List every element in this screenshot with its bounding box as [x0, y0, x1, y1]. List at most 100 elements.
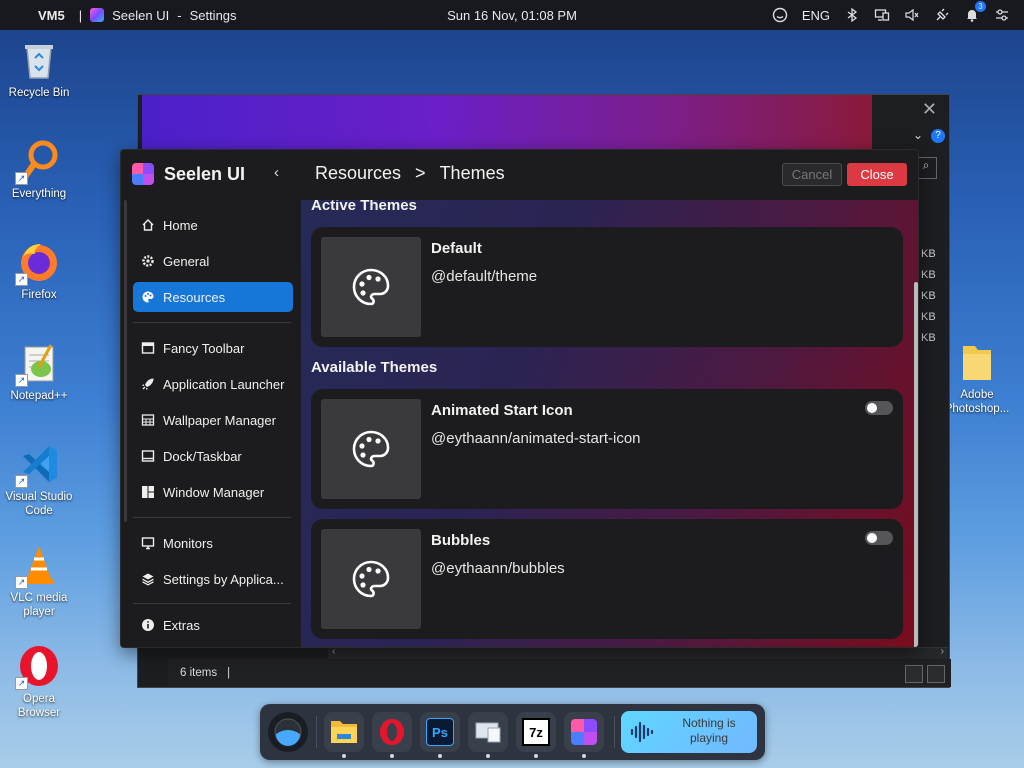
sidebar-item-label: Wallpaper Manager	[163, 412, 276, 428]
dock-item-file-explorer[interactable]	[324, 712, 364, 758]
cancel-button[interactable]: Cancel	[782, 163, 842, 186]
wallpaper-icon	[141, 413, 155, 427]
focused-window-title[interactable]: Settings	[190, 8, 237, 23]
running-indicator	[390, 754, 394, 758]
sidebar-scrollbar[interactable]	[124, 200, 127, 522]
smiley-icon[interactable]	[772, 7, 788, 23]
windows-grid-icon	[141, 485, 155, 499]
theme-name: Animated Start Icon	[431, 402, 573, 419]
view-toggle-buttons	[905, 665, 945, 683]
desktop-icon-everything[interactable]: ↗ Everything	[1, 139, 77, 201]
theme-card-bubbles[interactable]: Bubbles @eythaann/bubbles	[311, 519, 903, 639]
settings-sliders-icon[interactable]	[994, 7, 1010, 23]
shortcut-arrow-icon: ↗	[15, 576, 28, 589]
workspace-label[interactable]: VM5	[38, 8, 65, 23]
theme-card-animated-start-icon[interactable]: Animated Start Icon @eythaann/animated-s…	[311, 389, 903, 509]
close-button[interactable]: Close	[847, 163, 907, 186]
help-icon[interactable]: ?	[931, 129, 945, 143]
dock-item-seelen-settings[interactable]	[564, 712, 604, 758]
sidebar-item-home[interactable]: Home	[133, 210, 293, 240]
bluetooth-icon[interactable]	[844, 7, 860, 23]
theme-id: @eythaann/bubbles	[431, 560, 565, 577]
running-indicator	[438, 754, 442, 758]
settings-titlebar[interactable]: Seelen UI ‹ Resources > Themes Cancel Cl…	[121, 150, 918, 200]
monitor-icon	[141, 536, 155, 550]
sidebar-item-general[interactable]: General	[133, 246, 293, 276]
clock-datetime[interactable]: Sun 16 Nov, 01:08 PM	[447, 8, 577, 23]
topbar-left: VM5 | Seelen UI - Settings	[38, 0, 237, 30]
seelen-logo-icon	[132, 163, 154, 185]
sidebar-item-label: Extras	[163, 617, 200, 633]
details-view-button[interactable]	[905, 665, 923, 683]
folder-icon	[955, 340, 999, 384]
opera-icon: ↗	[15, 644, 61, 690]
theme-enable-toggle[interactable]	[865, 531, 893, 545]
theme-card-default[interactable]: Default @default/theme	[311, 227, 903, 347]
dock-item-photoshop[interactable]: Ps	[420, 712, 460, 758]
explorer-status-bar: 6 items |	[168, 659, 951, 687]
vscode-icon: ↗	[15, 442, 61, 488]
themes-content-pane[interactable]: Active Themes Default @default/theme Ava…	[301, 200, 918, 647]
shortcut-arrow-icon: ↗	[15, 273, 28, 286]
shortcut-arrow-icon: ↗	[15, 172, 28, 185]
desktop-icon-opera[interactable]: ↗ Opera Browser	[1, 644, 77, 720]
sidebar-item-resources[interactable]: Resources	[133, 282, 293, 312]
sidebar-item-dock-taskbar[interactable]: Dock/Taskbar	[133, 441, 293, 471]
scroll-right-icon[interactable]: ›	[941, 646, 944, 657]
desktop-icon-label: VLC media player	[10, 592, 68, 618]
sidebar-item-monitors[interactable]: Monitors	[133, 528, 293, 558]
recycle-bin-icon	[17, 38, 61, 82]
dock-item-opera[interactable]	[372, 712, 412, 758]
chevron-down-icon[interactable]: ⌄	[913, 128, 923, 142]
breadcrumb-resources[interactable]: Resources	[315, 163, 401, 184]
sidebar-divider	[133, 322, 291, 323]
theme-enable-toggle[interactable]	[865, 401, 893, 415]
sidebar-item-wallpaper-manager[interactable]: Wallpaper Manager	[133, 405, 293, 435]
sidebar-item-window-manager[interactable]: Window Manager	[133, 477, 293, 507]
network-icon[interactable]	[874, 7, 890, 23]
content-scrollbar[interactable]	[914, 282, 918, 647]
desktop-icon-recycle-bin[interactable]: Recycle Bin	[1, 38, 77, 100]
sidebar-item-fancy-toolbar[interactable]: Fancy Toolbar	[133, 333, 293, 363]
dock-item-7zip[interactable]: 7z	[516, 712, 556, 758]
desktop-icon-notepad-plus-plus[interactable]: ↗ Notepad++	[1, 341, 77, 403]
running-indicator	[342, 754, 346, 758]
shortcut-arrow-icon: ↗	[15, 677, 28, 690]
explorer-close-icon[interactable]: ✕	[922, 99, 937, 120]
breadcrumb: Resources > Themes	[315, 163, 505, 184]
horizontal-scrollbar[interactable]: ‹ ›	[328, 646, 948, 659]
collapse-sidebar-icon[interactable]: ‹	[274, 164, 279, 181]
seelen-settings-icon	[571, 719, 597, 745]
desktop-icon-label: Notepad++	[10, 390, 68, 402]
gear-icon	[141, 254, 155, 268]
desktop-icon-vlc[interactable]: ↗ VLC media player	[1, 543, 77, 619]
notifications-bell-icon[interactable]: 3	[964, 1, 986, 23]
dock-item-devices[interactable]	[468, 712, 508, 758]
language-indicator[interactable]: ENG	[802, 8, 830, 23]
sidebar-divider	[133, 517, 291, 518]
topbar-separator: |	[78, 7, 83, 23]
audio-waveform-icon	[630, 721, 654, 743]
sidebar-item-settings-by-application[interactable]: Settings by Applica...	[133, 564, 293, 594]
sidebar-item-extras[interactable]: Extras	[133, 610, 293, 640]
file-size-unit: KB	[921, 290, 936, 302]
desktop-icon-vscode[interactable]: ↗ Visual Studio Code	[1, 442, 77, 518]
theme-id: @default/theme	[431, 268, 538, 285]
palette-icon	[352, 268, 390, 306]
desktop-icon-firefox[interactable]: ↗ Firefox	[1, 240, 77, 302]
power-plug-icon[interactable]	[934, 7, 950, 23]
devices-icon	[475, 722, 501, 743]
media-player-widget[interactable]: Nothing is playing	[621, 711, 757, 753]
status-separator: |	[227, 667, 231, 679]
running-indicator	[486, 754, 490, 758]
sidebar-item-application-launcher[interactable]: Application Launcher	[133, 369, 293, 399]
sidebar-divider	[133, 603, 291, 604]
tiles-view-button[interactable]	[927, 665, 945, 683]
palette-icon	[141, 290, 155, 304]
desktop-icon-label: Visual Studio Code	[5, 491, 73, 517]
focused-app-name[interactable]: Seelen UI	[112, 8, 169, 23]
dock-item-seelen[interactable]	[268, 712, 308, 752]
sidebar-item-label: Window Manager	[163, 484, 265, 500]
volume-muted-icon[interactable]	[904, 7, 920, 23]
explorer-banner-image	[142, 95, 872, 151]
